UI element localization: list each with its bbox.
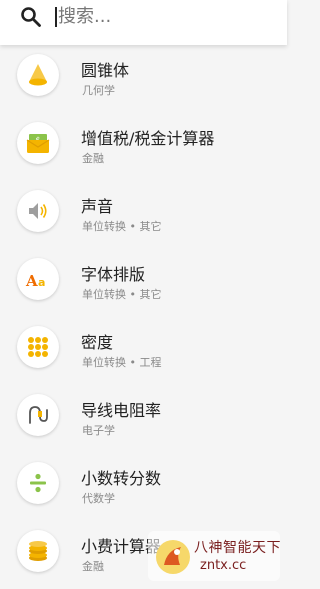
list-item-wire-resistivity[interactable]: 导线电阻率 电子学: [0, 385, 287, 453]
list-item-cone[interactable]: 圆锥体 几何学: [0, 45, 287, 113]
item-subtitle: 电子学: [82, 424, 115, 437]
list-item-vat-calculator[interactable]: $ 增值税/税金计算器 金融: [0, 113, 287, 181]
item-title: 小数转分数: [81, 469, 162, 488]
coins-icon: [17, 530, 59, 572]
item-subtitle: 几何学: [82, 84, 115, 97]
item-subtitle: 单位转换 • 其它: [82, 288, 162, 301]
item-subtitle: 金融: [82, 152, 104, 165]
item-title: 导线电阻率: [81, 401, 162, 420]
money-envelope-icon: $: [17, 122, 59, 164]
search-bar: [0, 0, 287, 45]
list-item-decimal-to-fraction[interactable]: 小数转分数 代数学: [0, 453, 287, 521]
svg-text:A: A: [25, 272, 38, 290]
calculator-list: 圆锥体 几何学 $ 增值税/税金计算器 金融 声音 单位转换 • 其它: [0, 45, 287, 589]
list-item-typography[interactable]: A a 字体排版 单位转换 • 其它: [0, 249, 287, 317]
watermark-url: zntx.cc: [200, 558, 247, 573]
item-subtitle: 金融: [82, 560, 104, 573]
item-title: 密度: [81, 333, 114, 352]
cone-icon: [17, 54, 59, 96]
item-subtitle: 单位转换 • 其它: [82, 220, 162, 233]
item-title: 声音: [81, 197, 114, 216]
item-title: 增值税/税金计算器: [81, 129, 215, 148]
divide-icon: [17, 462, 59, 504]
speaker-icon: [17, 190, 59, 232]
text-cursor: [55, 7, 57, 27]
watermark-text: 八神智能天下: [194, 540, 281, 556]
list-item-sound[interactable]: 声音 单位转换 • 其它: [0, 181, 287, 249]
list-item-density[interactable]: 密度 单位转换 • 工程: [0, 317, 287, 385]
density-dots-icon: [17, 326, 59, 368]
search-icon[interactable]: [19, 5, 43, 29]
wire-icon: [17, 394, 59, 436]
item-title: 字体排版: [81, 265, 146, 284]
font-icon: A a: [17, 258, 59, 300]
brand-logo-icon: [156, 540, 190, 574]
search-input[interactable]: [58, 3, 258, 29]
svg-text:a: a: [38, 276, 45, 289]
watermark: 八神智能天下 zntx.cc: [148, 531, 281, 581]
item-subtitle: 代数学: [82, 492, 115, 505]
item-subtitle: 单位转换 • 工程: [82, 356, 162, 369]
item-title: 圆锥体: [81, 61, 130, 80]
